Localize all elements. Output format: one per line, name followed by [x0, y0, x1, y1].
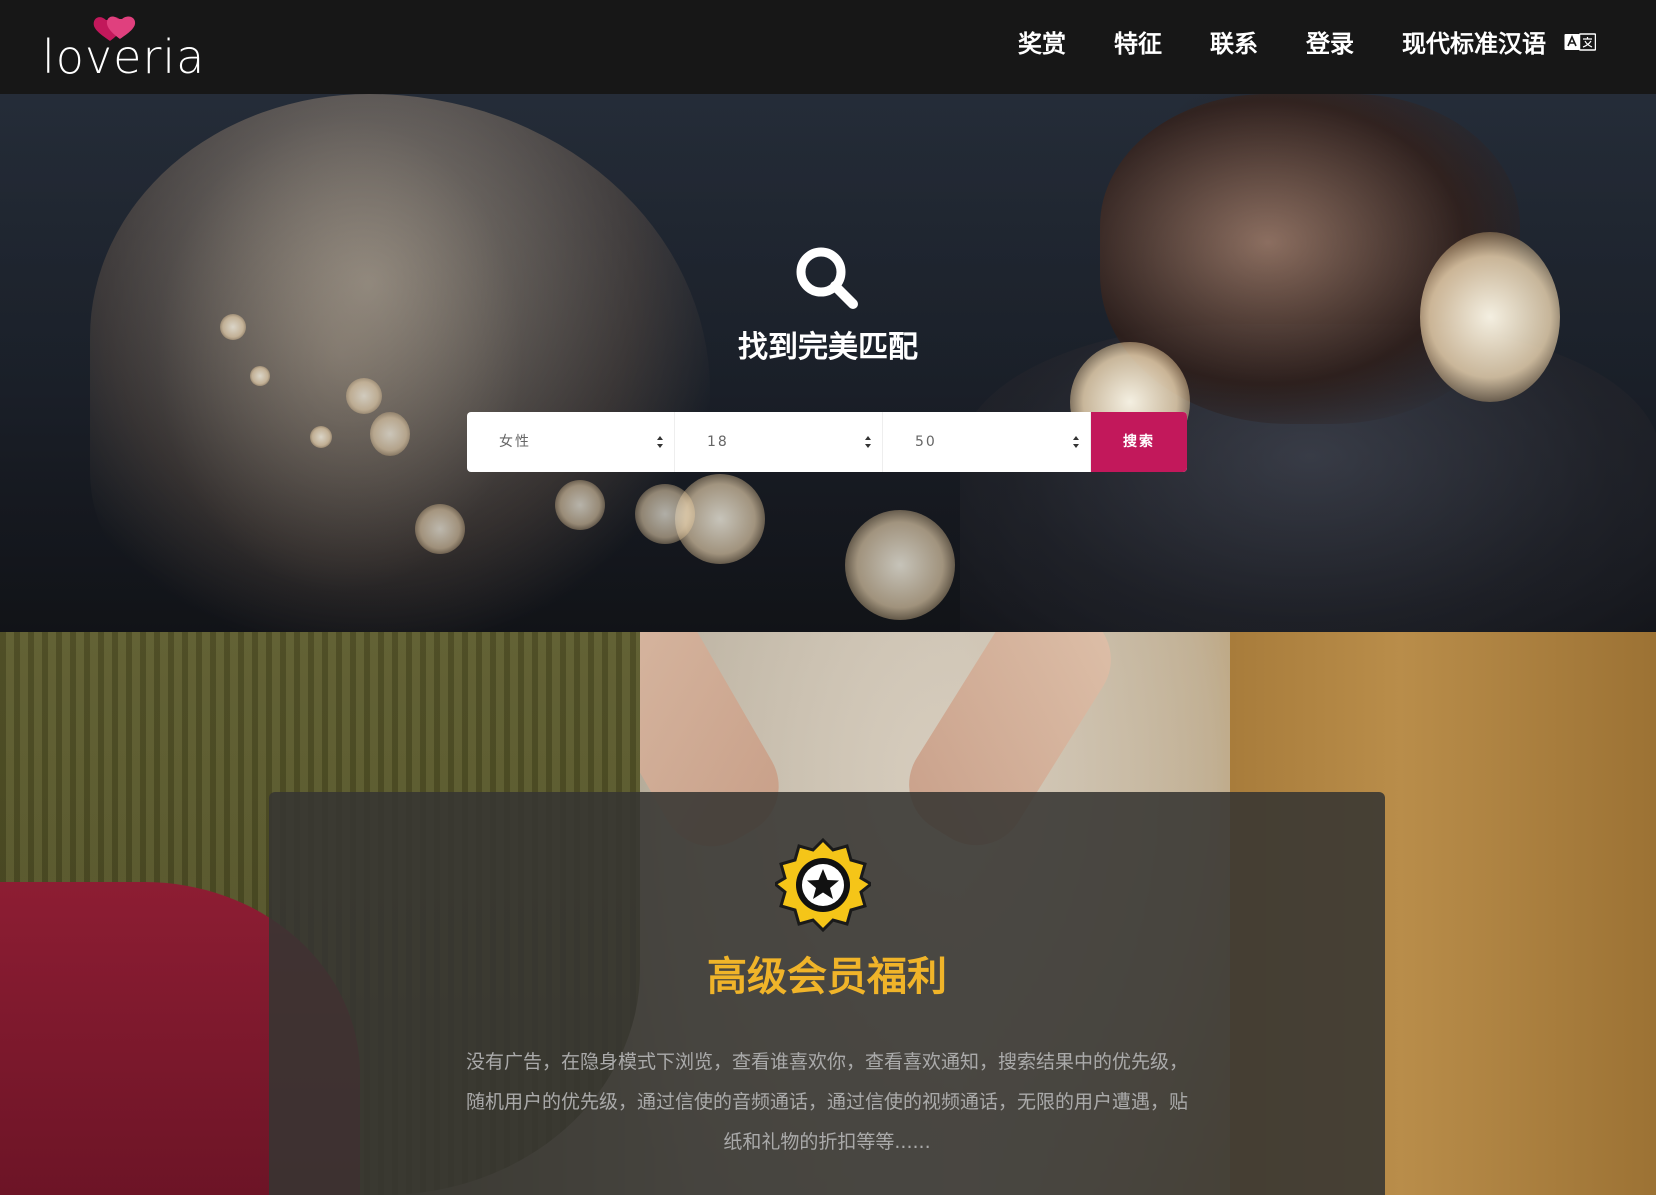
select-arrows-icon [1073, 436, 1079, 448]
age-max-select-value: 50 [915, 434, 937, 450]
hero-section: 找到完美匹配 女性 18 50 搜索 [0, 94, 1656, 632]
nav-item-login[interactable]: 登录 [1306, 24, 1354, 59]
language-selector[interactable]: 现代标准汉语 [1402, 24, 1596, 59]
nav-item-rewards[interactable]: 奖赏 [1018, 24, 1066, 59]
premium-benefits-card: 高级会员福利 没有广告，在隐身模式下浏览，查看谁喜欢你，查看喜欢通知，搜索结果中… [269, 792, 1385, 1195]
bokeh-light [635, 484, 695, 544]
age-max-select[interactable]: 50 [883, 412, 1091, 472]
bokeh-light [555, 480, 605, 530]
logo-text: loveria [42, 30, 206, 84]
translate-icon [1564, 32, 1596, 51]
top-navbar: loveria 奖赏 特征 联系 登录 现代标准汉语 [0, 0, 1656, 94]
language-label: 现代标准汉语 [1402, 30, 1546, 58]
bokeh-light [845, 510, 955, 620]
select-arrows-icon [657, 436, 663, 448]
gender-select-value: 女性 [499, 434, 531, 450]
bokeh-light [310, 426, 332, 448]
nav-item-contact[interactable]: 联系 [1210, 24, 1258, 59]
bokeh-light [346, 378, 382, 414]
star-badge-icon [775, 837, 871, 932]
search-icon [796, 247, 858, 309]
bokeh-light [370, 412, 410, 456]
nav-menu: 奖赏 特征 联系 登录 现代标准汉语 [1018, 24, 1596, 59]
age-min-select-value: 18 [707, 434, 729, 450]
logo[interactable]: loveria [42, 14, 212, 84]
premium-title: 高级会员福利 [707, 954, 947, 1000]
gender-select[interactable]: 女性 [467, 412, 675, 472]
hero-heading: 找到完美匹配 [0, 244, 1656, 366]
bokeh-light [250, 366, 270, 386]
search-form: 女性 18 50 搜索 [467, 412, 1187, 472]
select-arrows-icon [865, 436, 871, 448]
bokeh-light [415, 504, 465, 554]
hero-title: 找到完美匹配 [738, 330, 918, 365]
search-button[interactable]: 搜索 [1091, 412, 1187, 472]
premium-description: 没有广告，在隐身模式下浏览，查看谁喜欢你，查看喜欢通知，搜索结果中的优先级，随机… [465, 1051, 1188, 1153]
age-min-select[interactable]: 18 [675, 412, 883, 472]
nav-item-features[interactable]: 特征 [1114, 24, 1162, 59]
